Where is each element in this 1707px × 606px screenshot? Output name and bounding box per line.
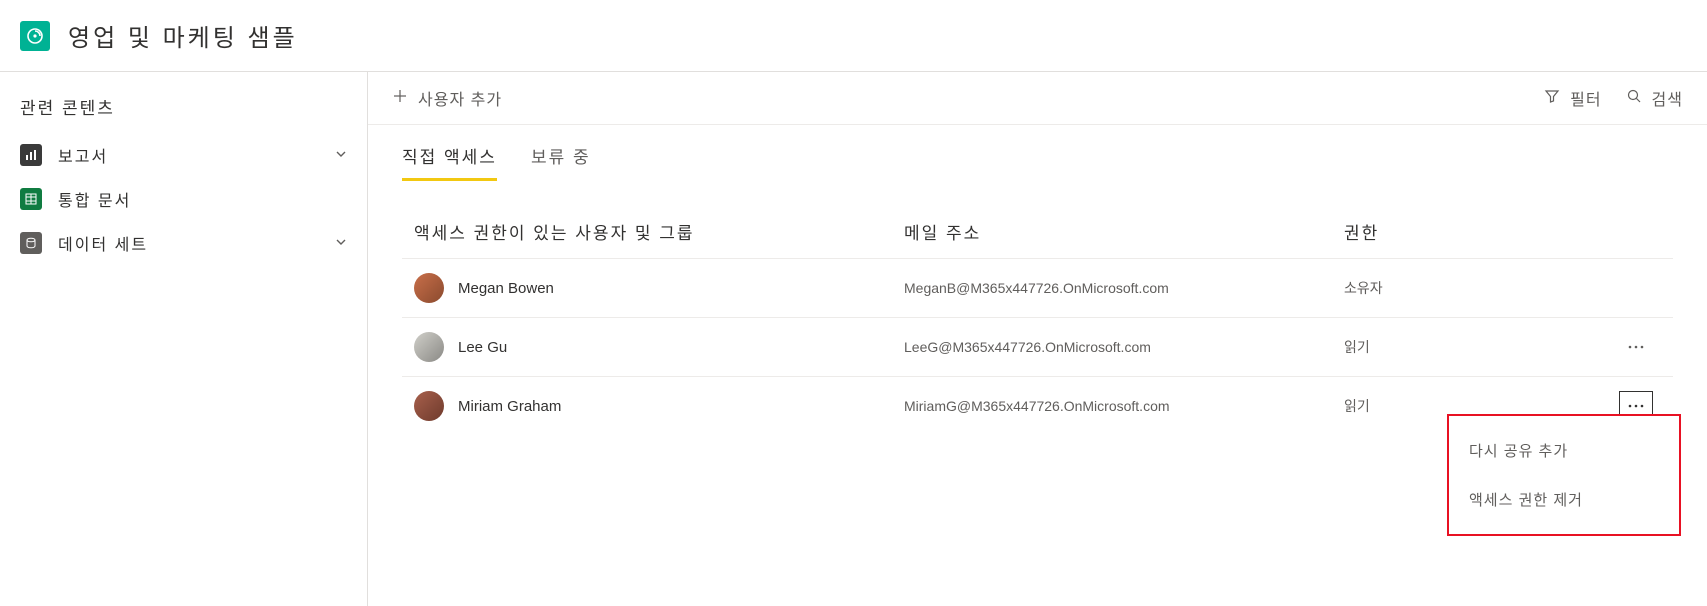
main: 사용자 추가 필터 검색 직접 액세스 보류 중 bbox=[368, 72, 1707, 606]
column-header-email: 메일 주소 bbox=[904, 219, 1344, 244]
avatar bbox=[414, 391, 444, 421]
header: 영업 및 마케팅 샘플 bbox=[0, 0, 1707, 72]
report-icon bbox=[20, 144, 42, 166]
user-permission: 소유자 bbox=[1344, 278, 1464, 298]
avatar bbox=[414, 332, 444, 362]
tab-direct-access[interactable]: 직접 액세스 bbox=[402, 143, 497, 181]
user-permission: 읽기 bbox=[1344, 337, 1464, 357]
sidebar: 관련 콘텐츠 보고서 통합 문서 데이터 세트 bbox=[0, 72, 368, 606]
menu-item-reshare[interactable]: 다시 공유 추가 bbox=[1449, 426, 1679, 475]
user-name: Lee Gu bbox=[458, 339, 507, 356]
user-email: LeeG@M365x447726.OnMicrosoft.com bbox=[904, 339, 1344, 355]
filter-label: 필터 bbox=[1570, 86, 1601, 110]
column-header-permission: 권한 bbox=[1344, 219, 1464, 244]
tabs: 직접 액세스 보류 중 bbox=[368, 125, 1707, 181]
sidebar-heading: 관련 콘텐츠 bbox=[0, 86, 367, 133]
sidebar-item-label: 통합 문서 bbox=[58, 187, 347, 211]
sidebar-item-workbooks[interactable]: 통합 문서 bbox=[0, 177, 367, 221]
filter-button[interactable]: 필터 bbox=[1544, 86, 1601, 110]
add-user-button[interactable]: 사용자 추가 bbox=[392, 86, 502, 110]
dataset-icon bbox=[20, 232, 42, 254]
sidebar-item-datasets[interactable]: 데이터 세트 bbox=[0, 221, 367, 265]
app-badge-icon bbox=[20, 21, 50, 51]
workbook-icon bbox=[20, 188, 42, 210]
sidebar-item-label: 데이터 세트 bbox=[58, 231, 319, 255]
search-icon bbox=[1626, 88, 1642, 109]
table-row: Lee Gu LeeG@M365x447726.OnMicrosoft.com … bbox=[402, 317, 1673, 376]
user-permission: 읽기 bbox=[1344, 396, 1464, 416]
add-user-label: 사용자 추가 bbox=[418, 86, 502, 110]
chevron-down-icon bbox=[335, 147, 347, 163]
sidebar-item-reports[interactable]: 보고서 bbox=[0, 133, 367, 177]
search-label: 검색 bbox=[1652, 86, 1683, 110]
context-menu: 다시 공유 추가 액세스 권한 제거 bbox=[1447, 414, 1681, 536]
user-name: Miriam Graham bbox=[458, 398, 561, 415]
table-row: Megan Bowen MeganB@M365x447726.OnMicroso… bbox=[402, 258, 1673, 317]
toolbar: 사용자 추가 필터 검색 bbox=[368, 72, 1707, 125]
sidebar-item-label: 보고서 bbox=[58, 143, 319, 167]
search-button[interactable]: 검색 bbox=[1626, 86, 1683, 110]
plus-icon bbox=[392, 88, 408, 109]
column-header-user: 액세스 권한이 있는 사용자 및 그룹 bbox=[414, 219, 904, 244]
menu-item-remove-access[interactable]: 액세스 권한 제거 bbox=[1449, 475, 1679, 524]
chevron-down-icon bbox=[335, 235, 347, 251]
tab-pending[interactable]: 보류 중 bbox=[531, 143, 591, 181]
user-email: MeganB@M365x447726.OnMicrosoft.com bbox=[904, 280, 1344, 296]
user-email: MiriamG@M365x447726.OnMicrosoft.com bbox=[904, 398, 1344, 414]
filter-icon bbox=[1544, 88, 1560, 109]
more-options-button[interactable] bbox=[1619, 332, 1653, 362]
user-name: Megan Bowen bbox=[458, 280, 554, 297]
page-title: 영업 및 마케팅 샘플 bbox=[68, 18, 298, 53]
table-header: 액세스 권한이 있는 사용자 및 그룹 메일 주소 권한 bbox=[402, 205, 1673, 258]
avatar bbox=[414, 273, 444, 303]
